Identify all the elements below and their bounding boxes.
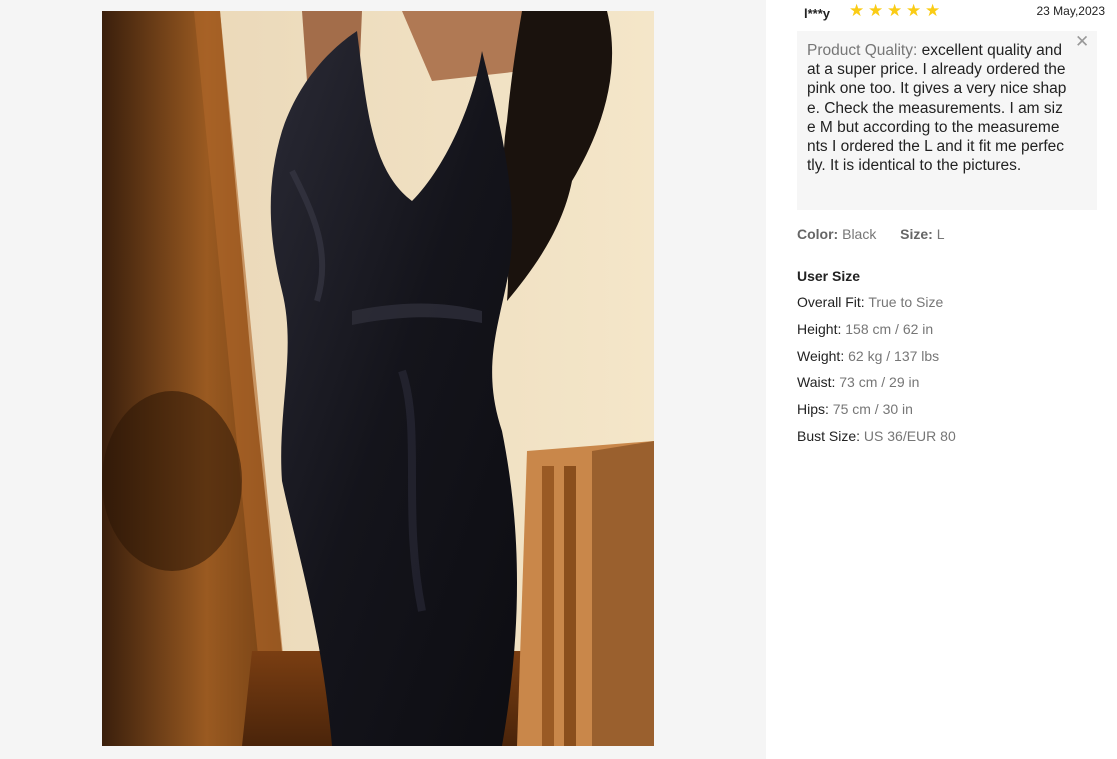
size-row-label: Bust Size: bbox=[797, 427, 861, 444]
user-size-list: Overall Fit: True to Size Height: 158 cm… bbox=[797, 294, 956, 455]
star-icon: ★ bbox=[868, 1, 884, 20]
size-row-height: Height: 158 cm / 62 in bbox=[797, 321, 956, 348]
user-size-title: User Size bbox=[797, 268, 861, 284]
size-row-overall-fit: Overall Fit: True to Size bbox=[797, 294, 956, 321]
size-row-value: 158 cm / 62 in bbox=[845, 320, 934, 337]
reviewer-name: l***y bbox=[804, 6, 831, 21]
review-panel: l***y ★ ★ ★ ★ ★ 23 May,2023 Product Qual… bbox=[766, 0, 1117, 759]
review-comment: Product Quality: excellent quality and a… bbox=[797, 31, 1097, 210]
size-row-label: Hips: bbox=[797, 401, 829, 418]
size-row-bust-size: Bust Size: US 36/EUR 80 bbox=[797, 428, 956, 455]
star-icon: ★ bbox=[906, 1, 922, 20]
size-label: Size: bbox=[900, 226, 933, 242]
size-row-label: Weight: bbox=[797, 347, 845, 364]
star-icon: ★ bbox=[925, 1, 941, 20]
review-variant: Color: Black Size: L bbox=[797, 226, 945, 242]
color-value: Black bbox=[842, 226, 877, 242]
size-row-weight: Weight: 62 kg / 137 lbs bbox=[797, 348, 956, 375]
star-icon: ★ bbox=[849, 1, 865, 20]
review-photo[interactable] bbox=[102, 11, 654, 746]
color-label: Color: bbox=[797, 226, 839, 242]
close-icon[interactable]: ✕ bbox=[1075, 33, 1089, 50]
size-row-label: Waist: bbox=[797, 374, 836, 391]
comment-text: excellent quality and at a super price. … bbox=[807, 42, 1067, 175]
size-row-value: 73 cm / 29 in bbox=[839, 374, 920, 391]
size-row-waist: Waist: 73 cm / 29 in bbox=[797, 374, 956, 401]
review-photo-image bbox=[102, 11, 654, 746]
size-row-value: 75 cm / 30 in bbox=[832, 401, 913, 418]
review-photo-panel bbox=[0, 0, 766, 759]
size-row-value: 62 kg / 137 lbs bbox=[848, 347, 940, 364]
size-row-value: True to Size bbox=[868, 294, 944, 310]
size-value: L bbox=[936, 226, 945, 242]
rating-stars: ★ ★ ★ ★ ★ bbox=[849, 1, 941, 20]
star-icon: ★ bbox=[887, 1, 903, 20]
comment-label: Product Quality: bbox=[807, 42, 918, 59]
review-date: 23 May,2023 bbox=[1036, 4, 1106, 18]
size-row-value: US 36/EUR 80 bbox=[863, 427, 956, 444]
size-row-label: Overall Fit: bbox=[797, 294, 865, 310]
size-row-label: Height: bbox=[797, 320, 842, 337]
size-row-hips: Hips: 75 cm / 30 in bbox=[797, 401, 956, 428]
